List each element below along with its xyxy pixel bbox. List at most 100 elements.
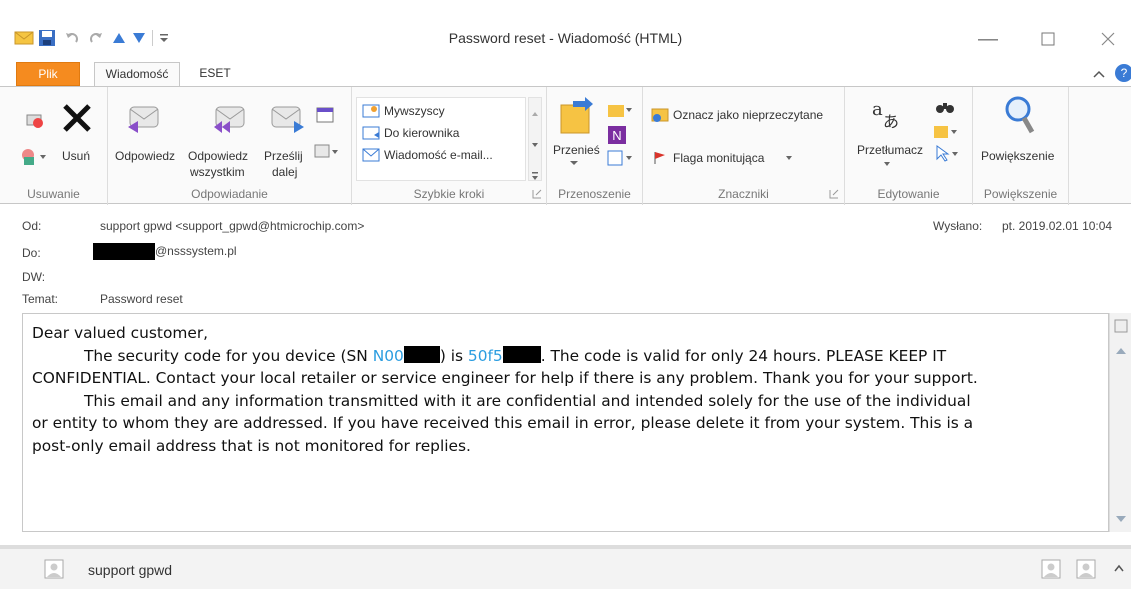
delete-icon[interactable] [60,101,94,135]
group-zoom: Powiększenie Powiększenie [973,87,1069,205]
tab-eset[interactable]: ESET [190,62,240,86]
serial-number: N00 [372,346,404,365]
to-label: Do: [22,246,41,260]
help-icon[interactable]: ? [1115,64,1131,82]
scroll-down-icon[interactable] [1115,515,1127,523]
translate-button[interactable]: Przetłumacz [857,143,923,157]
redacted-block [93,243,155,260]
quick-steps-scroll[interactable] [528,97,542,181]
move-dropdown-icon[interactable] [569,159,579,167]
body-text: CONFIDENTIAL. Contact your local retaile… [32,369,978,387]
related-icon[interactable] [933,123,957,141]
title-bar: Password reset - Wiadomość (HTML) — [0,20,1131,58]
people-pane: support gpwd [0,545,1131,589]
sender-name[interactable]: support gpwd [88,562,172,578]
meeting-icon[interactable] [316,105,334,123]
group-delete: Usuń Usuwanie [0,87,108,205]
forward-icon[interactable] [270,101,306,135]
group-move-label: Przenoszenie [558,187,631,201]
quick-step-item[interactable]: Do kierownika [384,126,459,140]
reply-icon[interactable] [126,101,162,135]
flag-icon [654,152,665,164]
quick-step-item[interactable]: Mywszyscy [384,104,445,118]
redacted-block [502,345,541,363]
forward-line1[interactable]: Prześlij [264,149,303,163]
redacted-block [403,345,440,363]
more-respond-icon[interactable] [314,143,340,161]
collapse-ribbon-icon[interactable] [1093,69,1105,79]
move-button[interactable]: Przenieś [553,143,600,157]
find-icon[interactable] [935,99,955,117]
reply-all-icon[interactable] [212,101,248,135]
onenote-icon[interactable]: N [607,125,627,145]
scroll-down-icon[interactable] [529,131,541,159]
translate-dropdown-icon[interactable] [883,161,891,167]
translate-icon[interactable]: aあ [871,97,903,131]
body-scrollbar[interactable] [1109,313,1131,532]
message-window: Password reset - Wiadomość (HTML) — Plik… [0,0,1131,589]
dialog-launcher-icon[interactable] [532,189,542,199]
follow-up-flag-button[interactable]: Flaga monitująca [673,151,764,165]
avatar-icon[interactable] [44,559,64,579]
reply-button[interactable]: Odpowiedz [115,149,175,163]
expand-pane-icon[interactable] [1114,564,1124,572]
scroll-up-icon[interactable] [529,98,541,126]
email-icon [362,148,380,162]
from-value[interactable]: support gpwd <support_gpwd@htmicrochip.c… [100,219,364,233]
tab-file[interactable]: Plik [16,62,80,86]
move-folder-icon[interactable] [555,97,595,137]
message-body[interactable]: Dear valued customer, The security code … [32,322,1112,457]
group-edit-label: Edytowanie [877,187,940,201]
junk-icon[interactable] [20,147,48,167]
group-move: N Przenieś Przenoszenie [547,87,643,205]
group-quick-steps-label: Szybkie kroki [413,187,485,201]
minimize-button[interactable]: — [970,24,1006,54]
tab-message[interactable]: Wiadomość [94,62,180,86]
outlook-connector-icon[interactable] [1114,319,1128,333]
security-code: 50f5 [467,346,503,365]
body-line: post-only email address that is not moni… [32,435,1112,458]
subject-label: Temat: [22,292,59,306]
group-respond: Odpowiedz Odpowiedz wszystkim Prześlij d… [108,87,352,205]
body-text: The security code for you device (SN [84,346,373,365]
svg-text:?: ? [1121,66,1128,80]
window-title: Password reset - Wiadomość (HTML) [448,30,683,46]
svg-text:あ: あ [883,112,899,131]
body-line: CONFIDENTIAL. Contact your local retaile… [32,367,1112,390]
gallery-more-icon[interactable] [529,164,541,188]
body-line: or entity to whom they are addressed. If… [32,412,1112,435]
quick-step-item[interactable]: Wiadomość e-mail... [384,148,493,162]
dialog-launcher-icon[interactable] [829,189,839,199]
rules-icon[interactable] [607,101,633,119]
flag-dropdown-icon[interactable] [785,155,793,161]
avatar-icon[interactable] [1076,559,1096,579]
actions-icon[interactable] [607,149,633,167]
close-icon [1101,32,1115,46]
maximize-button[interactable] [1030,24,1066,54]
close-button[interactable] [1090,24,1126,54]
greeting: Dear valued customer, [32,324,209,342]
body-text: post-only email address that is not moni… [32,436,471,455]
maximize-icon [1041,32,1055,46]
sent-value: pt. 2019.02.01 10:04 [1002,219,1113,233]
forward-line2[interactable]: dalej [272,165,297,179]
body-text: This email and any information transmitt… [84,391,971,410]
select-icon[interactable] [935,145,959,163]
body-text: or entity to whom they are addressed. If… [32,414,974,432]
delete-button[interactable]: Usuń [62,149,90,163]
mark-unread-button[interactable]: Oznacz jako nieprzeczytane [673,108,823,122]
ignore-icon[interactable] [24,109,44,129]
svg-text:a: a [872,99,883,120]
zoom-button[interactable]: Powiększenie [981,149,1054,163]
from-label: Od: [22,219,42,233]
to-value[interactable]: @nsssystem.pl [155,244,237,258]
body-line: This email and any information transmitt… [32,390,1112,413]
reply-all-line1[interactable]: Odpowiedz [188,149,248,163]
group-tags-label: Znaczniki [718,187,769,201]
reply-all-line2[interactable]: wszystkim [190,165,245,179]
avatar-icon[interactable] [1041,559,1061,579]
scroll-up-icon[interactable] [1115,347,1127,355]
body-line: Dear valued customer, [32,322,1112,345]
group-edit: aあ Przetłumacz Edytowanie [845,87,973,205]
zoom-icon[interactable] [1003,95,1037,135]
